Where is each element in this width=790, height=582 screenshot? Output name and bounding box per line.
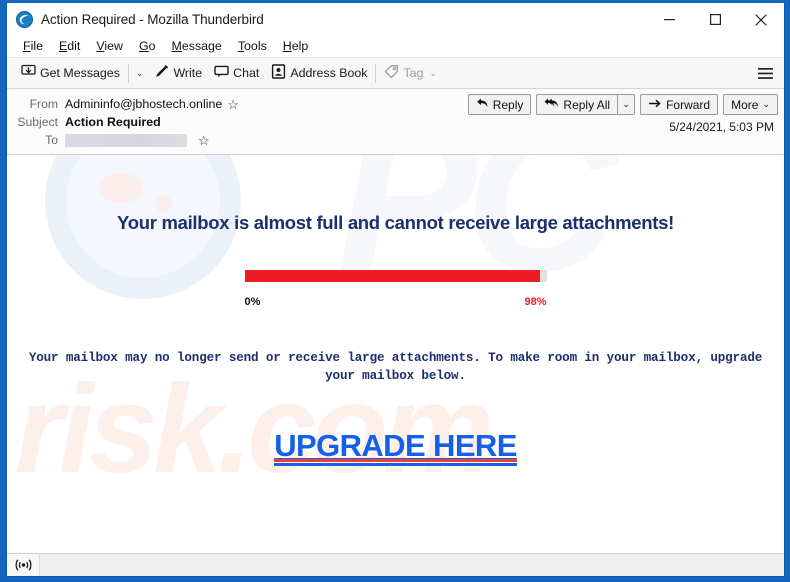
reply-all-button[interactable]: Reply All [537,95,617,114]
address-book-icon [271,64,286,82]
tag-icon [384,64,399,82]
toolbar-separator-2 [375,63,377,83]
menu-file[interactable]: FFileile [15,38,51,55]
progress-labels: 0% 98% [245,296,547,308]
get-messages-label: Get Messages [40,66,120,80]
tag-label: Tag [403,66,424,80]
menu-message[interactable]: Message [164,38,230,55]
header-row-to: To ☆ [7,131,784,149]
upgrade-here-link[interactable]: UPGRADE HERE [274,428,517,468]
close-button[interactable] [738,3,784,36]
reply-all-label: Reply All [563,97,611,112]
more-caret-icon: ⌄ [762,99,770,109]
reply-label: Reply [492,97,524,112]
to-label: To [45,133,58,147]
chat-bubble-icon [214,64,229,82]
menu-edit[interactable]: Edit [51,38,88,55]
reply-button[interactable]: Reply [467,94,532,115]
pencil-icon [154,64,169,82]
screenshot-root: Action Required - Mozilla Thunderbird FF… [0,0,790,582]
reply-all-group: Reply All ⌄ [536,94,636,115]
from-value[interactable]: Admininfo@jbhostech.online ☆ [65,97,239,111]
progress-fill [244,270,541,282]
email-content: Your mailbox is almost full and cannot r… [7,155,784,468]
more-button[interactable]: More ⌄ [723,94,778,115]
download-mail-icon [21,64,36,82]
forward-button[interactable]: Forward [640,94,719,115]
upgrade-here-label: UPGRADE HERE [274,427,517,463]
get-messages-dropdown[interactable]: ⌄ [131,65,149,82]
star-icon-to[interactable]: ☆ [198,134,210,147]
progress-current-label: 98% [524,296,547,308]
subject-label: Subject [17,115,58,129]
header-row-subject: Subject Action Required [7,113,784,131]
reply-arrow-icon [476,97,489,112]
reply-all-caret-icon[interactable]: ⌄ [617,95,634,114]
get-messages-button[interactable]: Get Messages [15,61,126,85]
maximize-button[interactable] [692,3,738,36]
star-icon-from[interactable]: ☆ [227,98,239,111]
address-book-label: Address Book [290,66,368,80]
cta-underline-red [274,458,517,462]
menu-go[interactable]: Go [131,38,164,55]
from-address: Admininfo@jbhostech.online [65,97,223,111]
window-title: Action Required - Mozilla Thunderbird [41,12,264,27]
message-actions: Reply Reply All ⌄ Forward More ⌄ [467,94,778,115]
cta-underline-blue [274,462,517,466]
menu-tools[interactable]: Tools [230,38,275,55]
subject-value: Action Required [65,115,161,129]
message-header: From Admininfo@jbhostech.online ☆ Subjec… [7,89,784,155]
menu-help[interactable]: Help [275,38,317,55]
tag-caret-icon: ⌄ [429,67,437,78]
from-label: From [29,97,58,111]
to-value[interactable]: ☆ [65,133,210,147]
write-button[interactable]: Write [148,61,208,85]
app-menu-button[interactable] [750,58,780,89]
email-paragraph: Your mailbox may no longer send or recei… [28,351,763,384]
to-address-redacted [65,133,187,147]
email-heading: Your mailbox is almost full and cannot r… [117,212,674,233]
write-label: Write [173,66,203,80]
online-status-icon[interactable] [7,554,40,576]
forward-label: Forward [666,97,711,112]
menu-view[interactable]: View [88,38,131,55]
menu-bar: FFileile Edit View Go Message Tools Help [7,36,784,58]
more-label: More [731,97,759,112]
progress-track [244,270,547,282]
chat-button[interactable]: Chat [208,61,265,85]
main-toolbar: Get Messages ⌄ Write Chat Address Book T… [7,58,784,89]
toolbar-separator-1 [127,63,129,83]
email-body: PC risk.com Your mailbox is almost full … [7,155,784,553]
thunderbird-icon [16,11,33,28]
status-bar [7,553,784,576]
minimize-button[interactable] [646,3,692,36]
cta-container: UPGRADE HERE [7,428,784,468]
message-date: 5/24/2021, 5:03 PM [669,120,774,134]
title-bar: Action Required - Mozilla Thunderbird [7,3,784,36]
thunderbird-window: Action Required - Mozilla Thunderbird FF… [6,3,785,577]
chat-label: Chat [233,66,260,80]
forward-arrow-icon [648,98,662,112]
tag-button[interactable]: Tag ⌄ [378,61,443,85]
storage-progress: 0% 98% [244,270,547,308]
progress-min-label: 0% [244,296,261,308]
address-book-button[interactable]: Address Book [265,61,373,85]
reply-all-arrow-icon [544,97,559,112]
